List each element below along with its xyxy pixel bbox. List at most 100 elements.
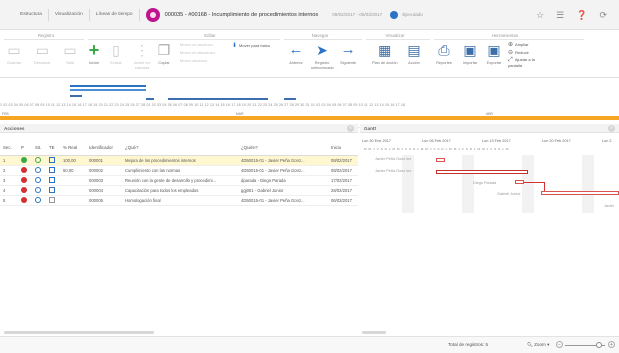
gantt-bar[interactable] bbox=[515, 180, 524, 184]
include-button[interactable]: + Incluir bbox=[86, 41, 102, 66]
column-header[interactable]: TE bbox=[46, 141, 60, 156]
cell-what: Capacitación para todos los empleados bbox=[122, 185, 238, 196]
group-divider bbox=[284, 39, 362, 40]
gantt-bar[interactable] bbox=[541, 191, 619, 195]
cell-who: ggj001 - Gabriel Junior bbox=[238, 185, 328, 196]
list-icon[interactable]: ☰ bbox=[556, 9, 564, 21]
export-button[interactable]: ▣ Exportar bbox=[486, 42, 502, 66]
next-button[interactable]: → Siguiente bbox=[340, 42, 356, 66]
week-label: Lun 13 Feb 2017 bbox=[482, 139, 511, 143]
situation-cell bbox=[32, 165, 46, 176]
situation-icon bbox=[35, 177, 41, 183]
cell-what: Homologación final bbox=[122, 195, 238, 206]
undo-button[interactable]: ▭ Deshacer bbox=[34, 42, 51, 66]
weekend-column bbox=[582, 155, 594, 213]
collapse-left-button[interactable]: « bbox=[347, 125, 354, 132]
group-divider bbox=[4, 39, 84, 40]
collapse-right-button[interactable]: » bbox=[608, 125, 615, 132]
refresh-icon[interactable]: ⟳ bbox=[599, 9, 607, 21]
column-header[interactable]: % Real bbox=[60, 141, 86, 156]
status-late-icon bbox=[21, 167, 27, 173]
zoom-slider-handle[interactable] bbox=[596, 342, 602, 348]
cell-real: 100,00 bbox=[60, 155, 86, 166]
table-row[interactable]: 1 100,00 000001 Mejora de los procedimie… bbox=[0, 155, 358, 166]
tab-structure[interactable]: Estructura bbox=[14, 0, 48, 30]
gantt-resource-label: Gabriel Junior bbox=[497, 192, 521, 196]
group-title-herramientas: Herramientas bbox=[491, 33, 519, 38]
zoom-in-item[interactable]: ⊕ Ampliar bbox=[508, 41, 529, 48]
help-icon[interactable]: ❓ bbox=[576, 9, 587, 21]
priority-cell bbox=[18, 155, 32, 166]
action-plan-button[interactable]: ▦ Plan de acción bbox=[372, 42, 398, 66]
move-down-button[interactable]: ⬇ Mover para baixo bbox=[232, 42, 270, 49]
te-cell bbox=[46, 165, 60, 176]
activities-table: Sec. P Sit. TE % Real Identificador ¿Qué… bbox=[0, 141, 358, 206]
star-icon[interactable]: ☆ bbox=[536, 9, 544, 21]
activities-horizontal-scrollbar[interactable] bbox=[4, 331, 154, 334]
project-state: Ejecutado bbox=[402, 12, 423, 17]
priority-cell bbox=[18, 185, 32, 196]
cell-real bbox=[60, 175, 86, 186]
te-cell bbox=[46, 185, 60, 196]
cell-what: Reunión con la gente de desarrollo y pro… bbox=[122, 175, 238, 186]
activities-title: Acciones bbox=[4, 126, 25, 131]
calendar-icon bbox=[49, 177, 55, 183]
gantt-bar[interactable] bbox=[436, 170, 528, 174]
column-header[interactable]: Sit. bbox=[32, 141, 46, 156]
column-header[interactable]: ¿Qué? bbox=[122, 141, 238, 156]
previous-button[interactable]: ← Anterior bbox=[288, 42, 304, 66]
week-label: Lun 20 Feb 2017 bbox=[542, 139, 571, 143]
table-row[interactable]: 4 000004 Capacitación para todos los emp… bbox=[0, 185, 358, 196]
te-cell bbox=[46, 195, 60, 206]
include-cascade-button[interactable]: ⋮ Incluir en cascada bbox=[130, 42, 154, 70]
move-down-item[interactable]: Mover en descenso bbox=[180, 50, 215, 55]
zoom-out-item[interactable]: ⊖ Reducir bbox=[508, 49, 529, 56]
timeline-ruler: 1 02 03 04 05 06 07 08 09 10 11 12 13 14… bbox=[0, 103, 406, 107]
arrow-left-icon: ← bbox=[288, 41, 304, 58]
cell-id: 000001 bbox=[86, 155, 122, 166]
exit-icon: ▭ bbox=[63, 42, 77, 58]
copy-button[interactable]: ❐ Copiar bbox=[156, 42, 172, 66]
gantt-horizontal-scrollbar[interactable] bbox=[362, 331, 386, 334]
import-button[interactable]: ▣ Importar bbox=[462, 42, 478, 66]
arrow-down-icon: ⬇ bbox=[232, 43, 238, 49]
gantt-bar[interactable] bbox=[436, 158, 445, 162]
fit-screen-item[interactable]: ⤢ Ajustar a la pantalla bbox=[508, 57, 548, 68]
column-header[interactable]: Sec. bbox=[0, 141, 18, 156]
selected-record-button[interactable]: ➤ Registro seleccionado bbox=[311, 42, 334, 70]
situation-cell bbox=[32, 175, 46, 186]
zoom-out-button[interactable]: − bbox=[556, 341, 563, 348]
column-header[interactable]: Inicio bbox=[328, 141, 358, 156]
exclude-button[interactable]: ▯ Excluir bbox=[108, 42, 124, 66]
reports-button[interactable]: ⎙ Reportes bbox=[436, 42, 452, 66]
gantt-dependency-line bbox=[544, 182, 545, 191]
save-button[interactable]: ▭ Guardar bbox=[6, 42, 22, 66]
tab-visualization[interactable]: Visualización bbox=[49, 0, 89, 30]
save-icon: ▭ bbox=[7, 42, 21, 58]
group-divider bbox=[88, 39, 280, 40]
cell-real bbox=[60, 185, 86, 196]
gantt-resource-label: Javier Peña Gonz lez bbox=[375, 157, 412, 161]
table-row[interactable]: 2 50,00 000002 Cumplimiento con las norm… bbox=[0, 165, 358, 176]
gantt-header: Gantt » bbox=[360, 124, 619, 133]
situation-cell bbox=[32, 185, 46, 196]
magnifier-minus-icon: ⊖ bbox=[508, 50, 514, 56]
action-button[interactable]: ▤ Acción bbox=[406, 42, 422, 66]
zoom-in-button[interactable]: + bbox=[608, 341, 615, 348]
exit-button[interactable]: ▭ Salir bbox=[62, 42, 78, 66]
cell-start: 17/02/2017 bbox=[328, 175, 358, 186]
zoom-dropdown[interactable]: 🔍︎ Zoom ▾ bbox=[527, 342, 549, 348]
column-header[interactable]: ¿Quién? bbox=[238, 141, 328, 156]
export-icon: ▣ bbox=[487, 42, 501, 58]
column-header[interactable]: P bbox=[18, 141, 32, 156]
move-up-item[interactable]: Mover en ascenso bbox=[180, 42, 213, 47]
cell-who: dparada - Diego Parada bbox=[238, 175, 328, 186]
tab-baseline[interactable]: Líneas de tiempo bbox=[90, 0, 139, 30]
column-header[interactable]: Identificador bbox=[86, 141, 122, 156]
move-ascend-item[interactable]: Mover ascenso bbox=[180, 58, 207, 63]
table-row[interactable]: 3 000003 Reunión con la gente de desarro… bbox=[0, 175, 358, 186]
table-row[interactable]: 5 000005 Homologación final 4D50015-01 -… bbox=[0, 195, 358, 206]
cell-seq: 4 bbox=[0, 185, 18, 196]
import-icon: ▣ bbox=[463, 42, 477, 58]
status-late-icon bbox=[21, 177, 27, 183]
